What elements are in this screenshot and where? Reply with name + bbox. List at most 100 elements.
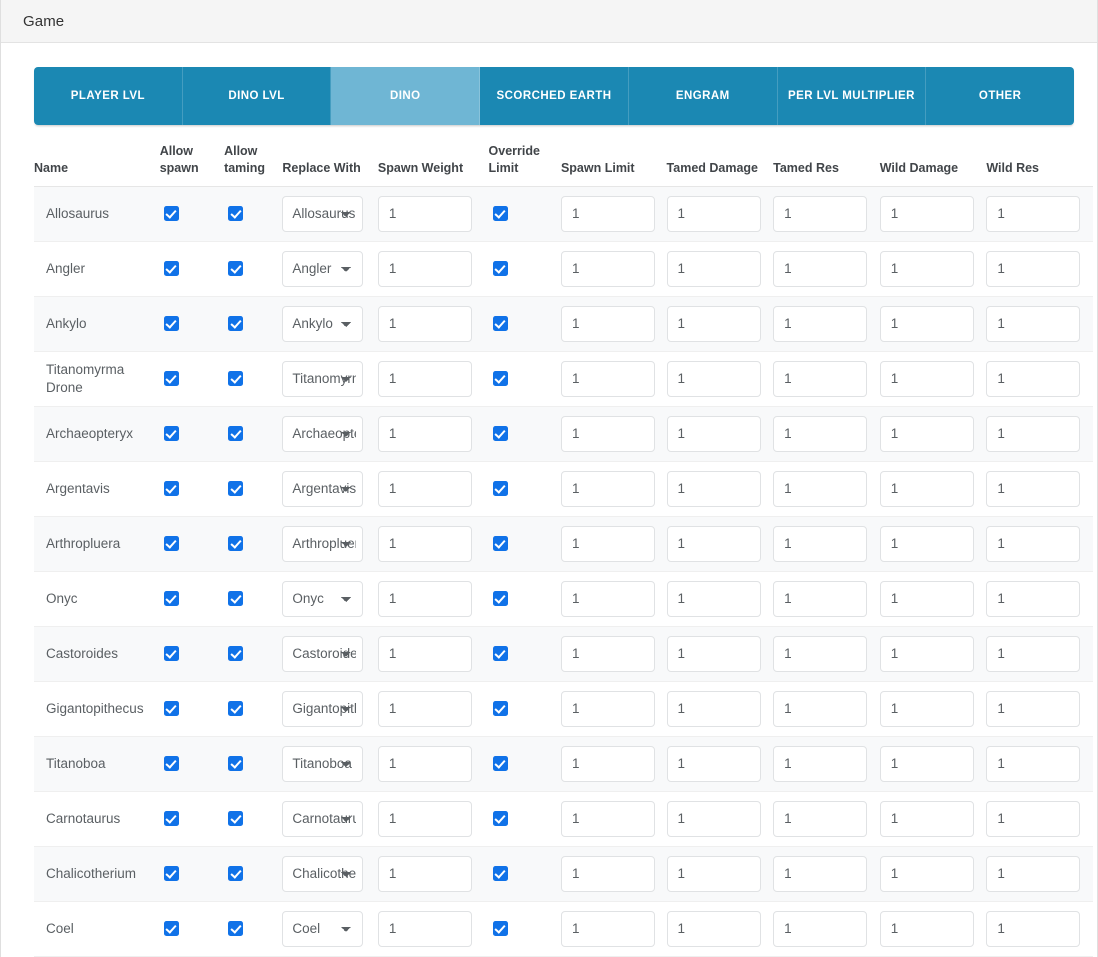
tab-engram[interactable]: ENGRAM bbox=[628, 67, 778, 125]
allow-taming-checkbox[interactable] bbox=[228, 316, 244, 332]
replace-with-select[interactable]: Allosaurus bbox=[282, 195, 364, 232]
tamed-damage-input[interactable] bbox=[666, 195, 761, 232]
spawn-limit-input[interactable] bbox=[560, 690, 655, 727]
wild-res-input[interactable] bbox=[986, 250, 1081, 287]
allow-spawn-checkbox[interactable] bbox=[163, 261, 179, 277]
wild-res-input[interactable] bbox=[986, 305, 1081, 342]
allow-taming-checkbox[interactable] bbox=[228, 481, 244, 497]
replace-with-select[interactable]: Titanoboa bbox=[282, 745, 364, 782]
allow-spawn-checkbox[interactable] bbox=[163, 206, 179, 222]
tamed-damage-input[interactable] bbox=[666, 855, 761, 892]
tab-per-lvl-multiplier[interactable]: PER LVL MULTIPLIER bbox=[777, 67, 927, 125]
allow-spawn-checkbox[interactable] bbox=[163, 646, 179, 662]
override-limit-checkbox[interactable] bbox=[492, 316, 508, 332]
allow-taming-checkbox[interactable] bbox=[228, 261, 244, 277]
override-limit-checkbox[interactable] bbox=[492, 701, 508, 717]
wild-damage-input[interactable] bbox=[879, 305, 974, 342]
wild-damage-input[interactable] bbox=[879, 415, 974, 452]
tamed-damage-input[interactable] bbox=[666, 525, 761, 562]
tamed-res-input[interactable] bbox=[773, 800, 868, 837]
tamed-res-input[interactable] bbox=[773, 415, 868, 452]
tamed-res-input[interactable] bbox=[773, 250, 868, 287]
allow-spawn-checkbox[interactable] bbox=[163, 316, 179, 332]
override-limit-checkbox[interactable] bbox=[492, 371, 508, 387]
tamed-damage-input[interactable] bbox=[666, 580, 761, 617]
wild-res-input[interactable] bbox=[986, 745, 1081, 782]
wild-res-input[interactable] bbox=[986, 800, 1081, 837]
replace-with-select[interactable]: Ankylo bbox=[282, 305, 364, 342]
spawn-weight-input[interactable] bbox=[377, 195, 472, 232]
spawn-limit-input[interactable] bbox=[560, 195, 655, 232]
wild-res-input[interactable] bbox=[986, 470, 1081, 507]
allow-spawn-checkbox[interactable] bbox=[163, 591, 179, 607]
wild-res-input[interactable] bbox=[986, 855, 1081, 892]
spawn-limit-input[interactable] bbox=[560, 470, 655, 507]
spawn-weight-input[interactable] bbox=[377, 745, 472, 782]
spawn-weight-input[interactable] bbox=[377, 635, 472, 672]
wild-res-input[interactable] bbox=[986, 525, 1081, 562]
replace-with-select[interactable]: Arthropluera bbox=[282, 525, 364, 562]
override-limit-checkbox[interactable] bbox=[492, 426, 508, 442]
wild-damage-input[interactable] bbox=[879, 195, 974, 232]
override-limit-checkbox[interactable] bbox=[492, 756, 508, 772]
replace-with-select[interactable]: Coel bbox=[282, 910, 364, 947]
replace-with-select[interactable]: Carnotaurus bbox=[282, 800, 364, 837]
tab-dino[interactable]: DINO bbox=[331, 67, 481, 125]
spawn-weight-input[interactable] bbox=[377, 250, 472, 287]
replace-with-select[interactable]: Argentavis bbox=[282, 470, 364, 507]
override-limit-checkbox[interactable] bbox=[492, 646, 508, 662]
tamed-res-input[interactable] bbox=[773, 195, 868, 232]
wild-damage-input[interactable] bbox=[879, 360, 974, 397]
tamed-res-input[interactable] bbox=[773, 470, 868, 507]
spawn-weight-input[interactable] bbox=[377, 855, 472, 892]
allow-spawn-checkbox[interactable] bbox=[163, 371, 179, 387]
override-limit-checkbox[interactable] bbox=[492, 866, 508, 882]
override-limit-checkbox[interactable] bbox=[492, 261, 508, 277]
replace-with-select[interactable]: Chalicotherium bbox=[282, 855, 364, 892]
allow-spawn-checkbox[interactable] bbox=[163, 811, 179, 827]
wild-damage-input[interactable] bbox=[879, 800, 974, 837]
allow-taming-checkbox[interactable] bbox=[228, 811, 244, 827]
replace-with-select[interactable]: Gigantopithecus bbox=[282, 690, 364, 727]
tamed-damage-input[interactable] bbox=[666, 910, 761, 947]
spawn-limit-input[interactable] bbox=[560, 635, 655, 672]
tamed-damage-input[interactable] bbox=[666, 250, 761, 287]
tamed-res-input[interactable] bbox=[773, 690, 868, 727]
spawn-weight-input[interactable] bbox=[377, 360, 472, 397]
tamed-damage-input[interactable] bbox=[666, 800, 761, 837]
wild-res-input[interactable] bbox=[986, 195, 1081, 232]
wild-damage-input[interactable] bbox=[879, 525, 974, 562]
spawn-limit-input[interactable] bbox=[560, 360, 655, 397]
tamed-damage-input[interactable] bbox=[666, 415, 761, 452]
spawn-weight-input[interactable] bbox=[377, 525, 472, 562]
wild-damage-input[interactable] bbox=[879, 635, 974, 672]
spawn-limit-input[interactable] bbox=[560, 250, 655, 287]
spawn-limit-input[interactable] bbox=[560, 855, 655, 892]
spawn-limit-input[interactable] bbox=[560, 305, 655, 342]
spawn-weight-input[interactable] bbox=[377, 910, 472, 947]
override-limit-checkbox[interactable] bbox=[492, 536, 508, 552]
tamed-res-input[interactable] bbox=[773, 745, 868, 782]
allow-taming-checkbox[interactable] bbox=[228, 536, 244, 552]
allow-spawn-checkbox[interactable] bbox=[163, 756, 179, 772]
spawn-weight-input[interactable] bbox=[377, 470, 472, 507]
override-limit-checkbox[interactable] bbox=[492, 921, 508, 937]
allow-spawn-checkbox[interactable] bbox=[163, 481, 179, 497]
spawn-limit-input[interactable] bbox=[560, 800, 655, 837]
wild-damage-input[interactable] bbox=[879, 580, 974, 617]
allow-taming-checkbox[interactable] bbox=[228, 701, 244, 717]
spawn-weight-input[interactable] bbox=[377, 800, 472, 837]
tamed-damage-input[interactable] bbox=[666, 635, 761, 672]
allow-taming-checkbox[interactable] bbox=[228, 866, 244, 882]
allow-spawn-checkbox[interactable] bbox=[163, 536, 179, 552]
wild-res-input[interactable] bbox=[986, 580, 1081, 617]
allow-taming-checkbox[interactable] bbox=[228, 921, 244, 937]
wild-res-input[interactable] bbox=[986, 690, 1081, 727]
wild-damage-input[interactable] bbox=[879, 690, 974, 727]
tamed-res-input[interactable] bbox=[773, 525, 868, 562]
allow-spawn-checkbox[interactable] bbox=[163, 701, 179, 717]
allow-taming-checkbox[interactable] bbox=[228, 591, 244, 607]
spawn-weight-input[interactable] bbox=[377, 690, 472, 727]
allow-spawn-checkbox[interactable] bbox=[163, 866, 179, 882]
allow-taming-checkbox[interactable] bbox=[228, 756, 244, 772]
